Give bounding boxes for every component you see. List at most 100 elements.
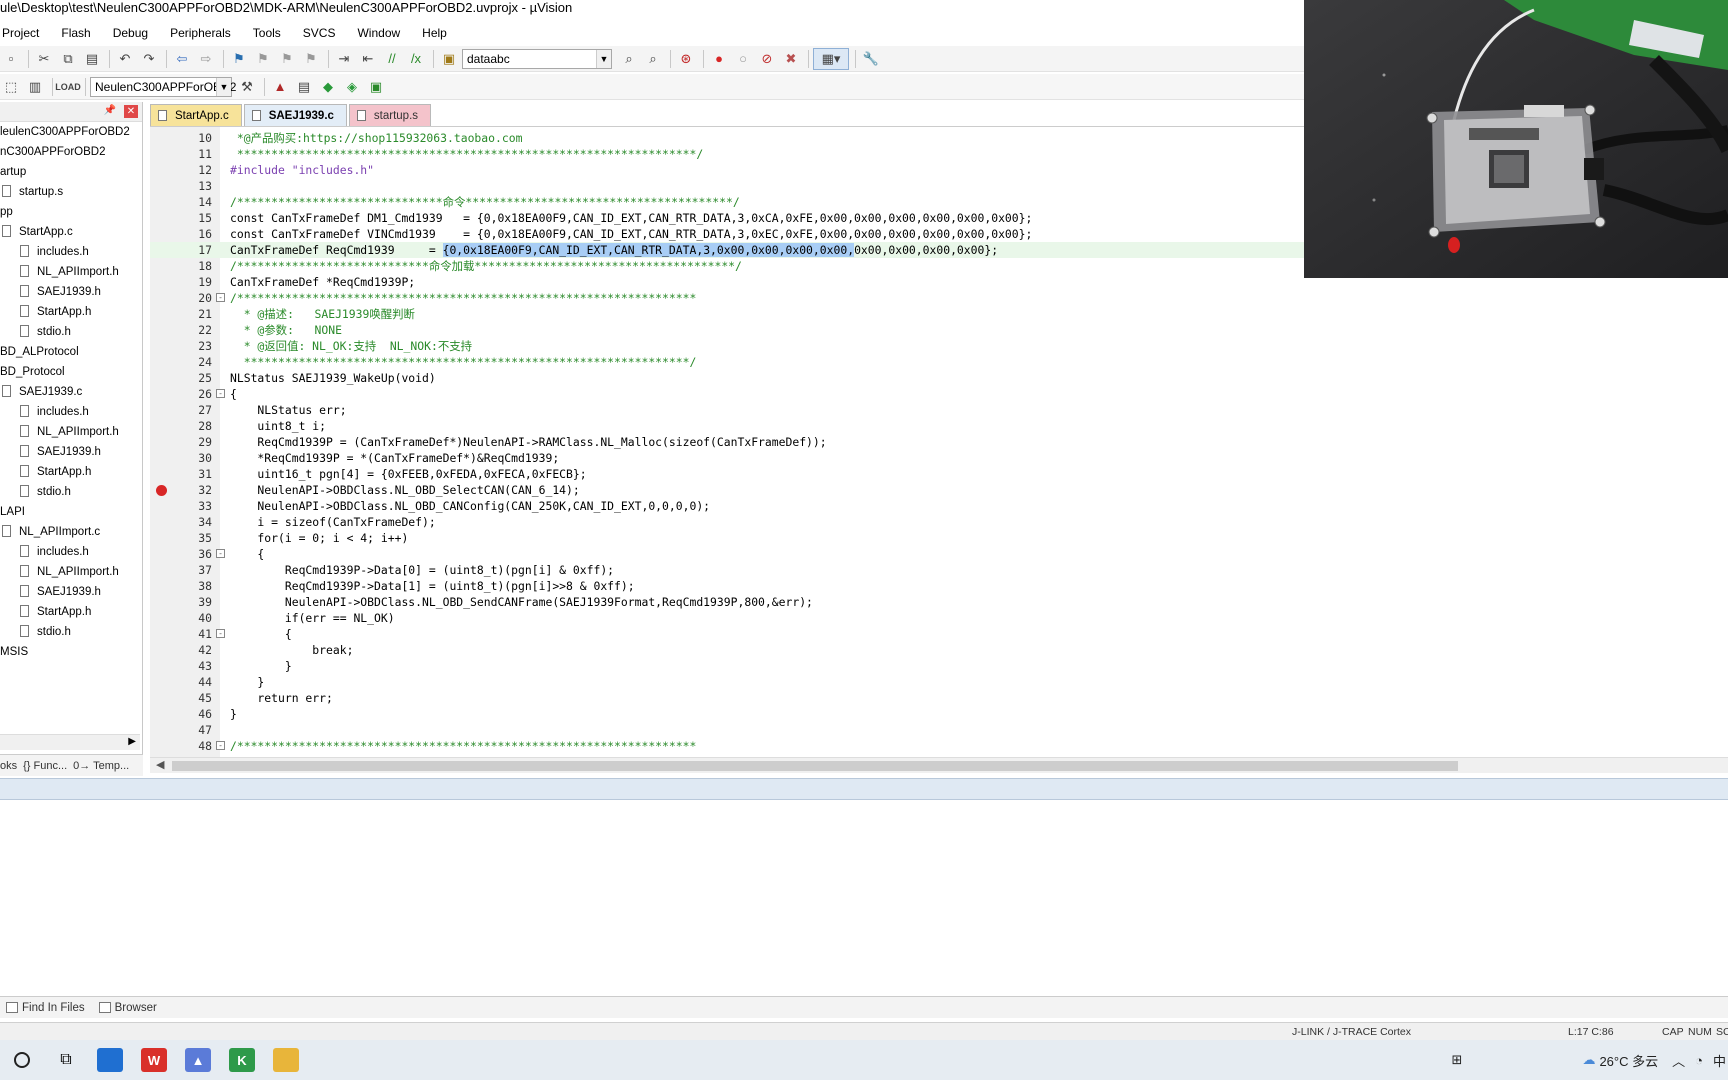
cut-icon[interactable]: ✂ <box>33 48 55 70</box>
code-line[interactable]: 47 <box>150 722 1728 738</box>
redo-icon[interactable]: ↷ <box>138 48 160 70</box>
tree-file-item[interactable]: NL_APIImport.c <box>0 522 143 542</box>
menu-item-peripherals[interactable]: Peripherals <box>168 23 239 43</box>
code-line[interactable]: 42 break; <box>150 642 1728 658</box>
menu-item-debug[interactable]: Debug <box>111 23 156 43</box>
project-tab[interactable]: oks <box>0 760 17 772</box>
code-line[interactable]: 20-/************************************… <box>150 290 1728 306</box>
panel-splitter[interactable] <box>0 778 1728 800</box>
find-in-files-icon[interactable]: ▣ <box>438 48 460 70</box>
code-line[interactable]: 36- { <box>150 546 1728 562</box>
project-hscrollbar[interactable]: ▶ <box>0 734 140 750</box>
bookmark-icon[interactable]: ⚑ <box>228 48 250 70</box>
close-icon[interactable]: ✕ <box>124 105 138 118</box>
code-line[interactable]: 45 return err; <box>150 690 1728 706</box>
enable-breakpoint-icon[interactable]: ○ <box>732 48 754 70</box>
tree-group-item[interactable]: pp <box>0 202 143 222</box>
code-line[interactable]: 44 } <box>150 674 1728 690</box>
next-bookmark-icon[interactable]: ⚑ <box>276 48 298 70</box>
configure-icon[interactable]: 🔧 <box>860 48 882 70</box>
menu-item-svcs[interactable]: SVCS <box>301 23 344 43</box>
tree-file-item[interactable]: includes.h <box>0 542 143 562</box>
save-all-icon[interactable]: ▫ <box>0 48 22 70</box>
taskbar-app-wps[interactable]: W <box>132 1040 176 1080</box>
chevron-down-icon[interactable]: ▼ <box>216 77 231 96</box>
code-line[interactable]: 25 NLStatus SAEJ1939_WakeUp(void) <box>150 370 1728 386</box>
file-extensions-icon[interactable]: ▲ <box>269 76 291 98</box>
indent-icon[interactable]: ⇥ <box>333 48 355 70</box>
code-line[interactable]: 41- { <box>150 626 1728 642</box>
tree-group-item[interactable]: BD_Protocol <box>0 362 143 382</box>
tree-file-item[interactable]: NL_APIImport.h <box>0 262 143 282</box>
start-search-button[interactable] <box>0 1040 44 1080</box>
menu-item-tools[interactable]: Tools <box>251 23 289 43</box>
tree-file-item[interactable]: SAEJ1939.h <box>0 582 143 602</box>
code-line[interactable]: 24 *************************************… <box>150 354 1728 370</box>
insert-breakpoint-icon[interactable]: ● <box>708 48 730 70</box>
scroll-thumb[interactable] <box>172 761 1458 771</box>
menu-item-help[interactable]: Help <box>420 23 455 43</box>
tab-startup[interactable]: startup.s <box>348 104 432 126</box>
tree-file-item[interactable]: stdio.h <box>0 322 143 342</box>
code-line[interactable]: 26-{ <box>150 386 1728 402</box>
tree-group-item[interactable]: leulenC300APPForOBD2 <box>0 122 143 142</box>
code-line[interactable]: 34 i = sizeof(CanTxFrameDef); <box>150 514 1728 530</box>
code-line[interactable]: 37 ReqCmd1939P->Data[0] = (uint8_t)(pgn[… <box>150 562 1728 578</box>
code-line[interactable]: 22 * @参数: NONE <box>150 322 1728 338</box>
network-icon[interactable]: ◔ <box>1695 1053 1703 1068</box>
menu-item-flash[interactable]: Flash <box>59 23 98 43</box>
tray-chevron-icon[interactable]: ︿ <box>1672 1051 1685 1070</box>
select-packs-icon[interactable]: ◆ <box>317 76 339 98</box>
tree-file-item[interactable]: StartApp.h <box>0 302 143 322</box>
scroll-right-icon[interactable]: ▶ <box>128 736 136 747</box>
tab-browser[interactable]: Browser <box>98 1002 157 1014</box>
code-line[interactable]: 40 if(err == NL_OK) <box>150 610 1728 626</box>
fold-toggle-icon[interactable]: - <box>216 741 225 750</box>
weather-icon[interactable]: ☁ <box>1582 1052 1595 1068</box>
project-tab[interactable]: 0→ Temp... <box>73 760 129 772</box>
debug-session-icon[interactable]: ⊛ <box>675 48 697 70</box>
find-combo[interactable]: dataabc ▼ <box>462 48 612 69</box>
fold-toggle-icon[interactable]: - <box>216 629 225 638</box>
code-line[interactable]: 38 ReqCmd1939P->Data[1] = (uint8_t)(pgn[… <box>150 578 1728 594</box>
code-line[interactable]: 21 * @描述: SAEJ1939唤醒判断 <box>150 306 1728 322</box>
clear-bookmarks-icon[interactable]: ⚑ <box>300 48 322 70</box>
manage-components-icon[interactable]: ▤ <box>293 76 315 98</box>
unindent-icon[interactable]: ⇤ <box>357 48 379 70</box>
tree-file-item[interactable]: StartApp.h <box>0 602 143 622</box>
tree-group-item[interactable]: BD_ALProtocol <box>0 342 143 362</box>
tree-file-item[interactable]: NL_APIImport.h <box>0 422 143 442</box>
ime-lang-icon[interactable]: 中 <box>1713 1051 1726 1070</box>
taskbar-app-keil[interactable]: K <box>220 1040 264 1080</box>
scroll-left-icon[interactable]: ◀ <box>156 758 164 771</box>
paste-icon[interactable]: ▤ <box>81 48 103 70</box>
navigate-forward-icon[interactable]: ⇨ <box>195 48 217 70</box>
find-icon[interactable]: ⌕ <box>642 48 664 70</box>
navigate-back-icon[interactable]: ⇦ <box>171 48 193 70</box>
ime-icon[interactable]: ⊞ <box>1452 1052 1463 1068</box>
code-line[interactable]: 27 NLStatus err; <box>150 402 1728 418</box>
code-line[interactable]: 23 * @返回值: NL_OK:支持 NL_NOK:不支持 <box>150 338 1728 354</box>
code-line[interactable]: 46} <box>150 706 1728 722</box>
taskbar-app-photos[interactable]: ▲ <box>176 1040 220 1080</box>
weather-text[interactable]: 26°C 多云 <box>1599 1051 1658 1070</box>
code-line[interactable]: 30 *ReqCmd1939P = *(CanTxFrameDef*)&ReqC… <box>150 450 1728 466</box>
target-select[interactable]: NeulenC300APPForOBD2 ▼ <box>90 76 236 97</box>
incremental-find-icon[interactable]: ⌕ <box>618 48 640 70</box>
undo-icon[interactable]: ↶ <box>114 48 136 70</box>
tree-group-item[interactable]: artup <box>0 162 143 182</box>
task-view-button[interactable]: ⧉ <box>44 1040 88 1080</box>
taskbar-app-explorer[interactable] <box>264 1040 308 1080</box>
code-line[interactable]: 28 uint8_t i; <box>150 418 1728 434</box>
tree-file-item[interactable]: stdio.h <box>0 622 143 642</box>
code-line[interactable]: 32 NeulenAPI->OBDClass.NL_OBD_SelectCAN(… <box>150 482 1728 498</box>
tab-find-in-files[interactable]: Find In Files <box>6 1002 85 1014</box>
comment-icon[interactable]: // <box>381 48 403 70</box>
disable-breakpoints-icon[interactable]: ⊘ <box>756 48 778 70</box>
fold-toggle-icon[interactable]: - <box>216 293 225 302</box>
fold-toggle-icon[interactable]: - <box>216 389 225 398</box>
download-icon[interactable]: LOAD <box>55 76 81 98</box>
tree-file-item[interactable]: SAEJ1939.h <box>0 282 143 302</box>
kill-breakpoints-icon[interactable]: ✖ <box>780 48 802 70</box>
run-time-env-icon[interactable]: ▣ <box>365 76 387 98</box>
